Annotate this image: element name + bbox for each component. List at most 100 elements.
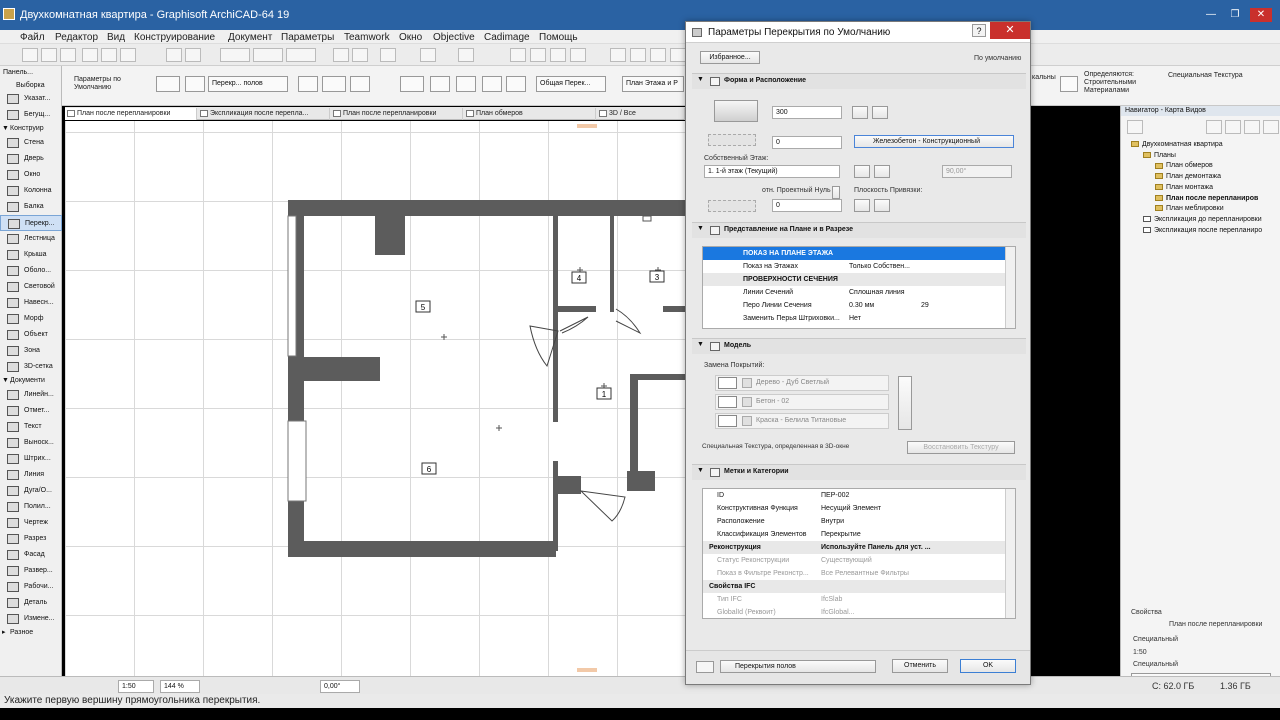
offset-field[interactable]: 0 — [772, 136, 842, 149]
home-story-dropdown[interactable]: 1. 1-й этаж (Текущий) — [704, 165, 840, 178]
new-file-icon[interactable] — [22, 48, 38, 62]
plan-settings-row[interactable]: ПОКАЗ НА ПЛАНЕ ЭТАЖА — [703, 247, 1005, 260]
tool-doc-5[interactable]: Линия — [0, 467, 62, 483]
cut-icon[interactable] — [82, 48, 98, 62]
navigator-item[interactable]: План демонтажа — [1155, 172, 1221, 181]
tag-row[interactable]: Расположение Внутри — [703, 515, 1005, 528]
tool-arrow[interactable]: Указат... — [0, 91, 62, 107]
tool-doc-13[interactable]: Деталь — [0, 595, 62, 611]
tags-table-scrollbar[interactable] — [1005, 489, 1015, 618]
plan-layer-dropdown[interactable]: План Этажа и Р — [622, 76, 684, 92]
tool-doc-0[interactable]: Линейн... — [0, 387, 62, 403]
tab-plan-after-2[interactable]: План после перепланировки — [331, 108, 463, 120]
copy-icon[interactable] — [101, 48, 117, 62]
tag-row[interactable]: Реконструкция Используйте Панель для уст.… — [703, 541, 1005, 554]
link-surfaces-icon[interactable] — [898, 376, 912, 430]
tool-doc-10[interactable]: Фасад — [0, 547, 62, 563]
find-select-icon[interactable] — [166, 48, 182, 62]
close-window-button[interactable]: ✕ — [1250, 8, 1272, 22]
3d-window-icon[interactable] — [650, 48, 666, 62]
magic-wand-icon[interactable] — [458, 48, 474, 62]
paste-icon[interactable] — [120, 48, 136, 62]
snap-top-icon[interactable] — [854, 199, 870, 212]
structure-basic-icon[interactable] — [852, 106, 868, 119]
thickness-field[interactable]: 300 — [772, 106, 842, 119]
tool-design-10[interactable]: Навесн... — [0, 295, 62, 311]
angle-field[interactable]: 0,00° — [320, 680, 360, 693]
angle-type-icon[interactable] — [854, 165, 870, 178]
navigator-view-map-icon[interactable] — [1225, 120, 1241, 134]
navigator-item[interactable]: Двухкомнатная квартира — [1131, 140, 1223, 149]
tool-design-2[interactable]: Окно — [0, 167, 62, 183]
tool-doc-3[interactable]: Выноск... — [0, 435, 62, 451]
navigator-item[interactable]: Экспликация после перепланиро — [1143, 226, 1262, 235]
section-tags[interactable]: ▼ Метки и Категории — [692, 464, 1026, 480]
menu-file[interactable]: Файл — [20, 32, 45, 43]
snap-guides-icon[interactable] — [220, 48, 250, 62]
group-design[interactable]: ▼ Конструир — [0, 123, 62, 135]
tab-explication-after[interactable]: Экспликация после перепла... — [198, 108, 330, 120]
tool-design-3[interactable]: Колонна — [0, 183, 62, 199]
plan-settings-row[interactable]: Перо Линии Сечения 0.30 мм 29 — [703, 299, 1005, 312]
align-left-icon[interactable] — [400, 76, 424, 92]
tab-survey-plan[interactable]: План обмеров — [464, 108, 596, 120]
tab-3d-all[interactable]: 3D / Все — [597, 108, 685, 120]
surface-top[interactable]: Дерево - Дуб Светлый — [715, 375, 889, 391]
navigator-layout-icon[interactable] — [1244, 120, 1260, 134]
navigator-item[interactable]: Планы — [1143, 151, 1176, 160]
navigator-item[interactable]: Экспликация до перепланировки — [1143, 215, 1262, 224]
plan-settings-row[interactable]: Заменить Перья Штриховки... Нет — [703, 312, 1005, 325]
plan-table-scrollbar[interactable] — [1005, 247, 1015, 328]
tool-design-13[interactable]: Зона — [0, 343, 62, 359]
menu-teamwork[interactable]: Teamwork — [344, 32, 390, 43]
tool-doc-9[interactable]: Разрез — [0, 531, 62, 547]
tool-design-5[interactable]: Перекр... — [0, 215, 62, 231]
tab-plan-after[interactable]: План после перепланировки — [65, 108, 197, 120]
tag-row[interactable]: Тип IFC IfcSlab — [703, 593, 1005, 606]
layout-book-icon[interactable] — [670, 48, 686, 62]
tool-marquee[interactable]: Бегущ... — [0, 107, 62, 123]
group-misc[interactable]: ▸ Разное — [0, 627, 62, 639]
navigator-item[interactable]: План обмеров — [1155, 161, 1213, 170]
tool-design-11[interactable]: Морф — [0, 311, 62, 327]
tool-doc-7[interactable]: Полил... — [0, 499, 62, 515]
tool-design-12[interactable]: Объект — [0, 327, 62, 343]
tool-design-9[interactable]: Световой — [0, 279, 62, 295]
building-material-dropdown[interactable]: Железобетон - Конструкционный — [854, 135, 1014, 148]
tag-row[interactable]: Классификация Элементов Перекрытие — [703, 528, 1005, 541]
angle-field[interactable]: 90,00° — [942, 165, 1012, 178]
navigator-item[interactable]: План монтажа — [1155, 183, 1213, 192]
group-document[interactable]: ▼ Документи — [0, 375, 62, 387]
tool-doc-2[interactable]: Текст — [0, 419, 62, 435]
tool-doc-6[interactable]: Дуга/О... — [0, 483, 62, 499]
tool-doc-8[interactable]: Чертеж — [0, 515, 62, 531]
zoom-field[interactable]: 144 % — [160, 680, 200, 693]
cross-section-icon[interactable] — [482, 76, 502, 92]
navigator-home-icon[interactable] — [1206, 120, 1222, 134]
grid-snap-icon[interactable] — [253, 48, 283, 62]
plan-settings-row[interactable]: Линии Сечений Сплошная линия — [703, 286, 1005, 299]
eyedropper-icon[interactable] — [185, 48, 201, 62]
structure-composite-icon[interactable] — [872, 106, 888, 119]
menu-options[interactable]: Параметры — [281, 32, 334, 43]
tool-design-8[interactable]: Оболо... — [0, 263, 62, 279]
tool-doc-14[interactable]: Измене... — [0, 611, 62, 627]
maximize-button[interactable]: ❐ — [1224, 8, 1246, 22]
navigator-project-map-icon[interactable] — [1127, 120, 1143, 134]
tag-row[interactable]: Свойства IFC — [703, 580, 1005, 593]
slope-icon[interactable] — [874, 165, 890, 178]
minimize-button[interactable]: — — [1200, 8, 1222, 22]
reference-arrow[interactable] — [832, 186, 840, 199]
dialog-close-button[interactable]: ✕ — [990, 22, 1030, 39]
navigator-publisher-icon[interactable] — [1263, 120, 1279, 134]
tool-design-7[interactable]: Крыша — [0, 247, 62, 263]
menu-help[interactable]: Помощь — [539, 32, 578, 43]
surface-bottom[interactable]: Краска - Белила Титановые — [715, 413, 889, 429]
slab-geometry-button[interactable] — [156, 76, 180, 92]
menu-window[interactable]: Окно — [399, 32, 422, 43]
save-icon[interactable] — [60, 48, 76, 62]
rotated-rect-icon[interactable] — [350, 76, 370, 92]
trace-icon[interactable] — [420, 48, 436, 62]
menu-document[interactable]: Документ — [228, 32, 272, 43]
reference-field[interactable]: 0 — [772, 199, 842, 212]
